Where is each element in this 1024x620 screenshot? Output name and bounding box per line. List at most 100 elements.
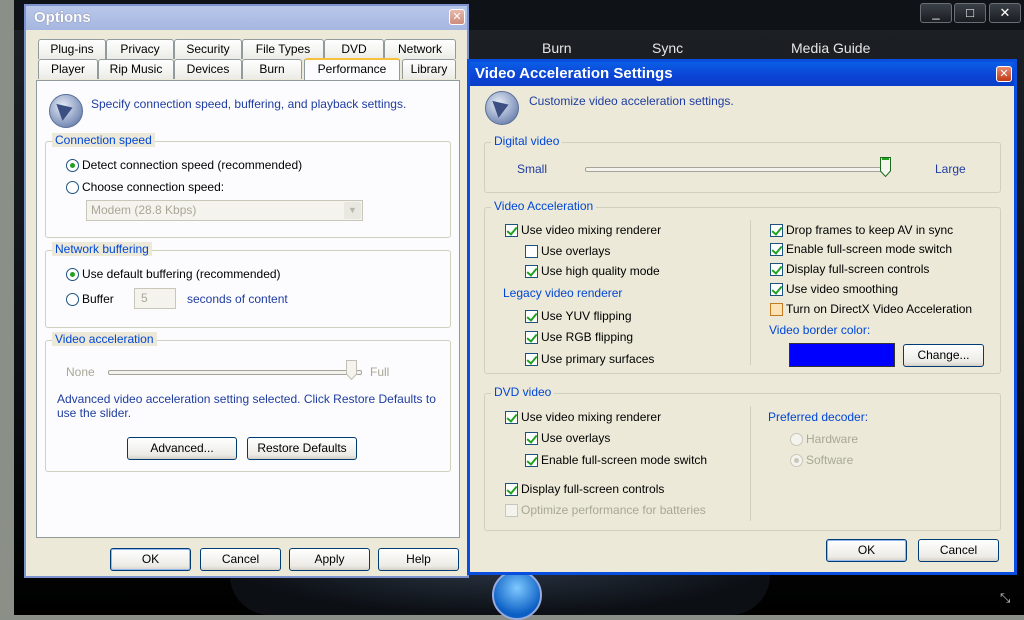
overlays-label: Use overlays <box>541 244 611 258</box>
tab-performance[interactable]: Performance <box>304 58 400 80</box>
yuv-checkbox[interactable] <box>525 310 538 323</box>
preferred-decoder-label: Preferred decoder: <box>768 410 869 424</box>
close-icon[interactable]: ✕ <box>996 66 1012 82</box>
tab-player[interactable]: Player <box>38 59 98 79</box>
hq-mode-checkbox[interactable] <box>525 265 538 278</box>
speed-dropdown[interactable]: Modem (28.8 Kbps) ▼ <box>86 200 363 221</box>
rgb-label: Use RGB flipping <box>541 330 634 344</box>
help-button[interactable]: Help <box>378 548 459 571</box>
legacy-renderer-label: Legacy video renderer <box>503 286 623 300</box>
video-acceleration-options-group: Video Acceleration Use video mixing rend… <box>484 199 1001 374</box>
default-buffering-radio[interactable] <box>66 268 79 281</box>
choose-speed-radio[interactable] <box>66 181 79 194</box>
vmr-checkbox[interactable] <box>505 224 518 237</box>
hardware-decoder-radio[interactable] <box>790 433 803 446</box>
none-label: None <box>66 365 95 379</box>
acceleration-slider-thumb[interactable] <box>346 360 357 380</box>
apply-button[interactable]: Apply <box>289 548 370 571</box>
buffer-seconds-input[interactable]: 5 <box>134 288 176 309</box>
video-acceleration-dialog: Video Acceleration Settings ✕ Customize … <box>467 59 1017 575</box>
drop-frames-label: Drop frames to keep AV in sync <box>786 223 954 237</box>
options-dialog: Options ✕ Plug-ins Privacy Security File… <box>24 4 469 578</box>
tab-security[interactable]: Security <box>174 39 242 59</box>
buffer-radio[interactable] <box>66 293 79 306</box>
resize-grip-icon[interactable]: ⤡ <box>1000 590 1016 606</box>
tab-network[interactable]: Network <box>384 39 456 59</box>
rgb-checkbox[interactable] <box>525 331 538 344</box>
header-text: Specify connection speed, buffering, and… <box>91 97 407 111</box>
advanced-note: Advanced video acceleration setting sele… <box>57 392 436 420</box>
dvd-fullscreen-switch-checkbox[interactable] <box>525 454 538 467</box>
dvd-vmr-checkbox[interactable] <box>505 411 518 424</box>
primary-surfaces-checkbox[interactable] <box>525 353 538 366</box>
default-buffering-label: Use default buffering (recommended) <box>82 267 281 281</box>
vas-title: Video Acceleration Settings <box>475 65 673 82</box>
small-label: Small <box>517 162 548 176</box>
close-icon[interactable]: ✕ <box>449 9 465 25</box>
minimize-button[interactable]: _ <box>920 3 952 23</box>
video-acceleration-legend: Video acceleration <box>52 332 157 346</box>
network-buffering-group: Network buffering Use default buffering … <box>45 242 451 328</box>
dvd-video-group: DVD video Use video mixing renderer Use … <box>484 385 1001 531</box>
tab-media-guide[interactable]: Media Guide <box>791 40 870 56</box>
fullscreen-controls-checkbox[interactable] <box>770 263 783 276</box>
drop-frames-checkbox[interactable] <box>770 224 783 237</box>
column-divider <box>750 220 751 365</box>
dvd-column-divider <box>750 406 751 521</box>
change-color-button[interactable]: Change... <box>903 344 984 367</box>
acceleration-slider-track <box>108 370 362 375</box>
digital-video-legend: Digital video <box>491 134 563 148</box>
overlays-checkbox[interactable] <box>525 245 538 258</box>
seconds-label: seconds of content <box>187 292 288 306</box>
cancel-button[interactable]: Cancel <box>200 548 281 571</box>
vas-cancel-button[interactable]: Cancel <box>918 539 999 562</box>
tab-plug-ins[interactable]: Plug-ins <box>38 39 106 59</box>
performance-panel: Specify connection speed, buffering, and… <box>36 80 460 538</box>
tab-dvd[interactable]: DVD <box>324 39 384 59</box>
dvd-fullscreen-controls-checkbox[interactable] <box>505 483 518 496</box>
tab-privacy[interactable]: Privacy <box>106 39 174 59</box>
connection-speed-group: Connection speed Detect connection speed… <box>45 133 451 238</box>
detect-speed-radio[interactable] <box>66 159 79 172</box>
fullscreen-switch-checkbox[interactable] <box>770 243 783 256</box>
border-color-swatch <box>789 343 895 367</box>
tab-burn[interactable]: Burn <box>242 59 302 79</box>
full-label: Full <box>370 365 390 379</box>
zoom-slider-thumb[interactable] <box>880 157 891 177</box>
play-button[interactable] <box>492 570 542 620</box>
fullscreen-switch-label: Enable full-screen mode switch <box>786 242 953 256</box>
optimize-batteries-checkbox[interactable] <box>505 504 518 517</box>
dvd-fullscreen-controls-label: Display full-screen controls <box>521 482 665 496</box>
vas-header-text: Customize video acceleration settings. <box>529 94 734 108</box>
software-decoder-radio[interactable] <box>790 454 803 467</box>
smoothing-label: Use video smoothing <box>786 282 899 296</box>
digital-video-group: Digital video Small Large <box>484 134 1001 193</box>
dvd-video-legend: DVD video <box>491 385 555 399</box>
tab-burn[interactable]: Burn <box>542 40 572 56</box>
acceleration-icon <box>485 91 519 125</box>
video-acceleration-legend: Video Acceleration <box>491 199 597 213</box>
border-color-label: Video border color: <box>769 323 871 337</box>
directx-label: Turn on DirectX Video Acceleration <box>786 302 973 316</box>
maximize-button[interactable]: □ <box>954 3 986 23</box>
large-label: Large <box>935 162 966 176</box>
video-acceleration-group: Video acceleration None Full Advanced vi… <box>45 332 451 472</box>
tab-rip-music[interactable]: Rip Music <box>98 59 174 79</box>
vas-titlebar[interactable]: Video Acceleration Settings ✕ <box>470 62 1014 86</box>
choose-speed-label: Choose connection speed: <box>82 180 225 194</box>
ok-button[interactable]: OK <box>110 548 191 571</box>
close-button[interactable]: ✕ <box>989 3 1021 23</box>
tab-file-types[interactable]: File Types <box>242 39 324 59</box>
options-titlebar[interactable]: Options ✕ <box>26 6 467 30</box>
smoothing-checkbox[interactable] <box>770 283 783 296</box>
dvd-overlays-checkbox[interactable] <box>525 432 538 445</box>
tab-devices[interactable]: Devices <box>174 59 242 79</box>
tab-library[interactable]: Library <box>402 59 456 79</box>
fullscreen-controls-label: Display full-screen controls <box>786 262 930 276</box>
vas-ok-button[interactable]: OK <box>826 539 907 562</box>
tab-sync[interactable]: Sync <box>652 40 683 56</box>
directx-checkbox[interactable] <box>770 303 783 316</box>
restore-defaults-button[interactable]: Restore Defaults <box>247 437 357 460</box>
vmr-label: Use video mixing renderer <box>521 223 662 237</box>
advanced-button[interactable]: Advanced... <box>127 437 237 460</box>
